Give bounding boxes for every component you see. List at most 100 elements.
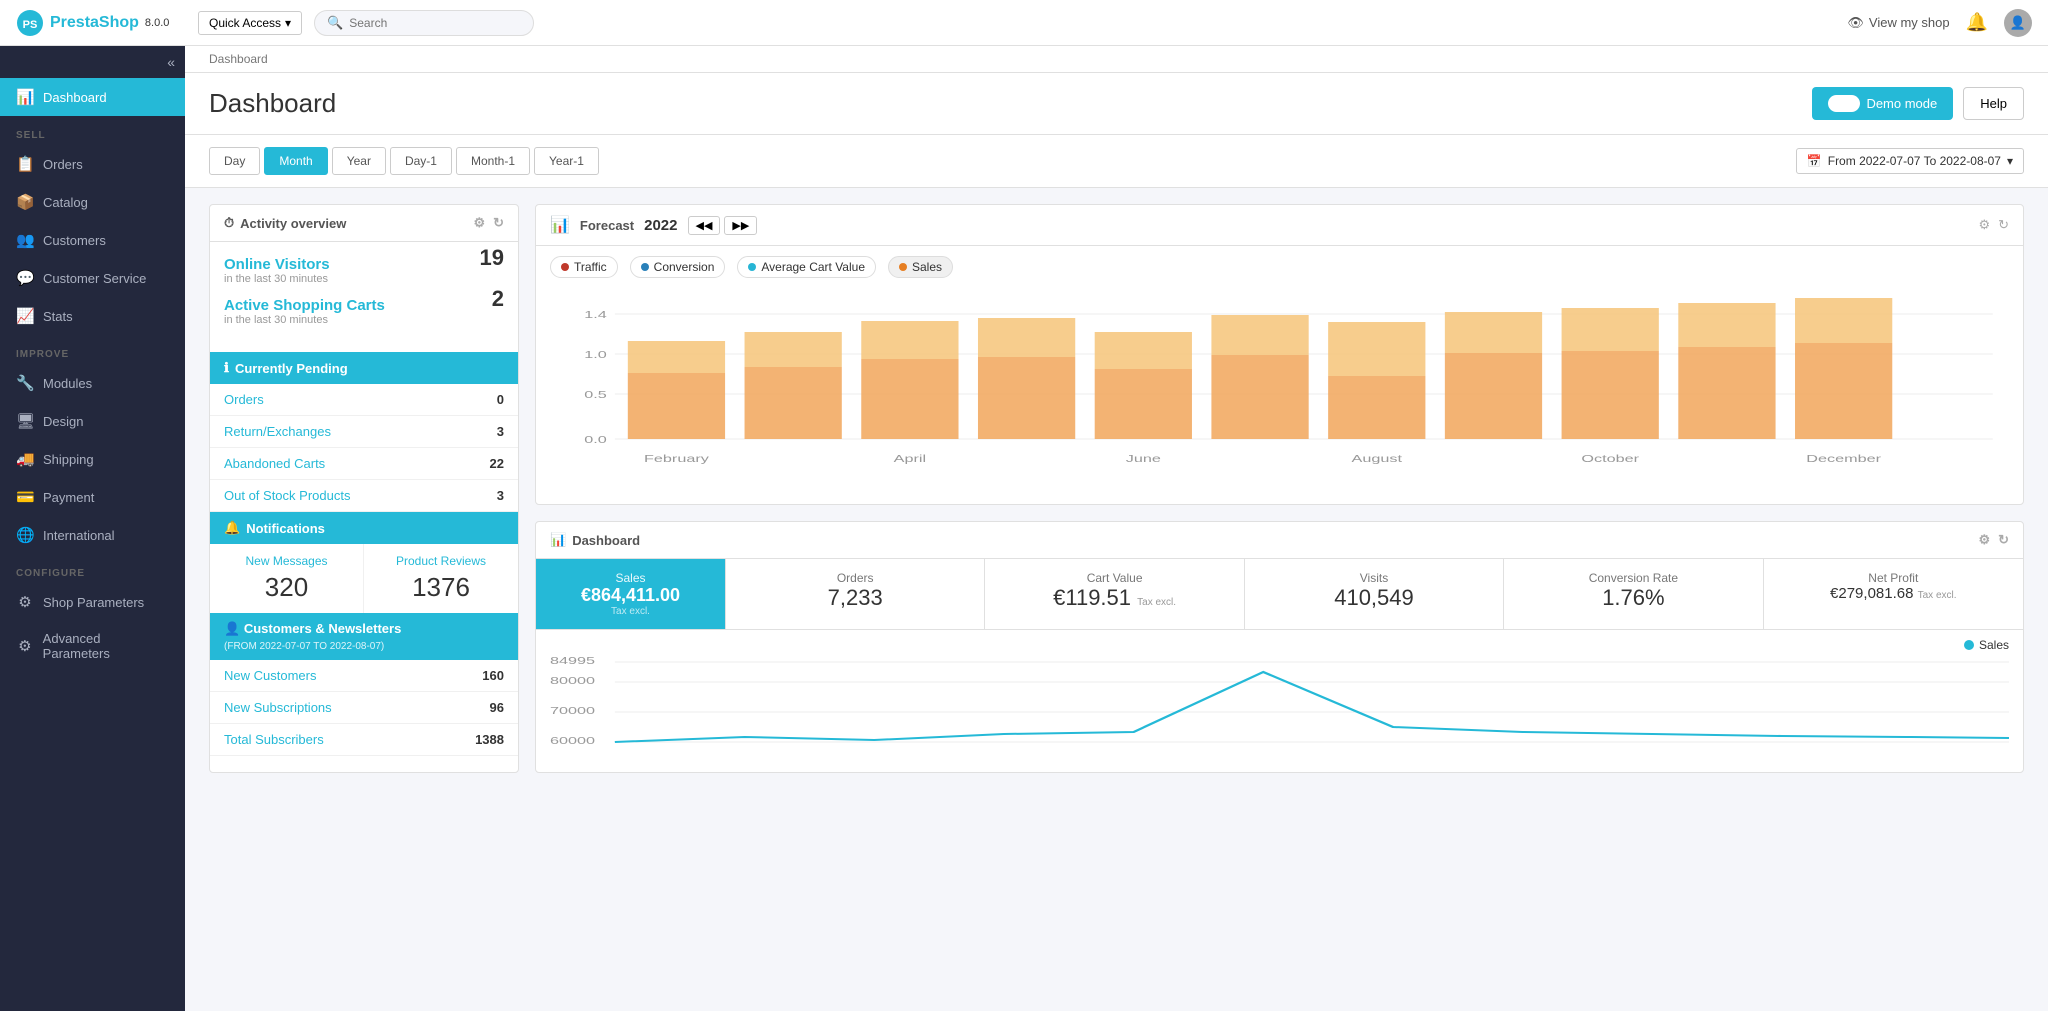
- sidebar-item-design[interactable]: 🖥 Design: [0, 402, 185, 440]
- new-subscriptions-link[interactable]: New Subscriptions: [224, 700, 332, 715]
- online-visitors-metric: Online Visitors 19 in the last 30 minute…: [224, 256, 504, 285]
- sidebar-item-modules[interactable]: 🔧 Modules: [0, 364, 185, 402]
- demo-mode-button[interactable]: Demo mode: [1812, 87, 1953, 120]
- sidebar-item-shipping[interactable]: 🚚 Shipping: [0, 440, 185, 478]
- quick-access-button[interactable]: Quick Access ▾: [198, 11, 302, 35]
- sales-cell: Sales €864,411.00 Tax excl.: [536, 559, 726, 629]
- dashboard-settings-icon[interactable]: ⚙: [1978, 532, 1990, 548]
- forecast-year: 2022: [644, 217, 677, 234]
- sidebar-item-stats[interactable]: 📈 Stats: [0, 297, 185, 335]
- pending-header: ℹ Currently Pending: [210, 352, 518, 384]
- net-profit-label: Net Profit: [1778, 571, 2009, 585]
- dashboard-stats-actions: ⚙ ↻: [1978, 532, 2009, 548]
- new-messages-label: New Messages: [224, 554, 349, 568]
- cart-value-cell: Cart Value €119.51 Tax excl.: [985, 559, 1244, 629]
- pending-title: Currently Pending: [235, 361, 348, 376]
- pending-carts-link[interactable]: Abandoned Carts: [224, 456, 325, 471]
- sidebar-design-label: Design: [43, 414, 83, 429]
- customers-newsletters-header: 👤 Customers & Newsletters (FROM 2022-07-…: [210, 613, 518, 660]
- shop-params-icon: ⚙: [16, 593, 34, 611]
- view-shop-label: View my shop: [1869, 15, 1950, 30]
- sidebar-item-international[interactable]: 🌐 International: [0, 516, 185, 554]
- line-chart-svg: 84995 80000 70000 60000: [550, 652, 2009, 772]
- settings-icon[interactable]: ⚙: [473, 215, 485, 231]
- svg-text:June: June: [1126, 453, 1161, 464]
- activity-metrics: Online Visitors 19 in the last 30 minute…: [210, 242, 518, 352]
- new-customers-link[interactable]: New Customers: [224, 668, 316, 683]
- new-subscriptions-count: 96: [490, 700, 504, 715]
- person-icon: 👤: [224, 621, 240, 636]
- sales-value: €864,411.00: [581, 585, 680, 606]
- pending-returns-link[interactable]: Return/Exchanges: [224, 424, 331, 439]
- sidebar-item-orders[interactable]: 📋 Orders: [0, 145, 185, 183]
- date-tab-day-1[interactable]: Day-1: [390, 147, 452, 175]
- pending-orders-link[interactable]: Orders: [224, 392, 264, 407]
- cart-value: €119.51 Tax excl.: [999, 585, 1229, 611]
- notifications-icon[interactable]: 🔔: [1966, 12, 1988, 33]
- dashboard-refresh-icon[interactable]: ↻: [1998, 532, 2009, 548]
- view-shop-button[interactable]: 👁 View my shop: [1847, 15, 1949, 31]
- online-visitors-sub: in the last 30 minutes: [224, 273, 504, 285]
- sidebar-collapse-button[interactable]: «: [167, 54, 175, 70]
- search-input[interactable]: [349, 16, 521, 30]
- sidebar-item-shop-parameters[interactable]: ⚙ Shop Parameters: [0, 583, 185, 621]
- orders-label: Orders: [740, 571, 970, 585]
- breadcrumb: Dashboard: [185, 46, 2048, 73]
- forecast-prev-button[interactable]: ◀◀: [688, 216, 721, 235]
- sidebar-item-payment[interactable]: 💳 Payment: [0, 478, 185, 516]
- svg-text:60000: 60000: [550, 735, 595, 746]
- new-subscriptions-row: New Subscriptions 96: [210, 692, 518, 724]
- svg-text:1.0: 1.0: [584, 349, 607, 360]
- sidebar-section-sell: SELL: [0, 116, 185, 145]
- sidebar-item-customers[interactable]: 👥 Customers: [0, 221, 185, 259]
- payment-icon: 💳: [16, 488, 34, 506]
- pending-stock-row: Out of Stock Products 3: [210, 480, 518, 512]
- date-tab-month[interactable]: Month: [264, 147, 327, 175]
- quick-access-label: Quick Access: [209, 16, 281, 30]
- date-tab-year-1[interactable]: Year-1: [534, 147, 599, 175]
- avg-cart-label: Average Cart Value: [761, 260, 865, 274]
- date-tab-year[interactable]: Year: [332, 147, 386, 175]
- total-subscribers-link[interactable]: Total Subscribers: [224, 732, 324, 747]
- bell-icon: 🔔: [224, 520, 240, 536]
- sales-legend-label: Sales: [912, 260, 942, 274]
- sidebar-item-advanced-parameters[interactable]: ⚙ Advanced Parameters: [0, 621, 185, 671]
- pending-stock-link[interactable]: Out of Stock Products: [224, 488, 350, 503]
- product-reviews-label: Product Reviews: [378, 554, 504, 568]
- date-tab-month-1[interactable]: Month-1: [456, 147, 530, 175]
- conversion-value: 1.76%: [1518, 585, 1748, 611]
- demo-toggle: [1828, 95, 1860, 112]
- sidebar-item-catalog[interactable]: 📦 Catalog: [0, 183, 185, 221]
- svg-text:October: October: [1581, 453, 1639, 464]
- active-carts-metric: Active Shopping Carts 2 in the last 30 m…: [224, 297, 504, 326]
- demo-mode-label: Demo mode: [1866, 96, 1937, 111]
- help-button[interactable]: Help: [1963, 87, 2024, 120]
- dashboard-stats-title: 📊 Dashboard: [550, 532, 640, 548]
- legend-avg-cart[interactable]: Average Cart Value: [737, 256, 876, 278]
- info-icon: ℹ: [224, 360, 229, 376]
- sidebar-item-dashboard[interactable]: 📊 Dashboard: [0, 78, 185, 116]
- user-avatar[interactable]: 👤: [2004, 9, 2032, 37]
- forecast-next-button[interactable]: ▶▶: [724, 216, 757, 235]
- forecast-settings-icon[interactable]: ⚙: [1978, 217, 1990, 233]
- conversion-label: Conversion: [654, 260, 715, 274]
- refresh-icon[interactable]: ↻: [493, 215, 504, 231]
- sidebar-customer-service-label: Customer Service: [43, 271, 146, 286]
- content-area: Dashboard Dashboard Demo mode Help Day M…: [185, 46, 2048, 1011]
- legend-sales[interactable]: Sales: [888, 256, 953, 278]
- forecast-chart-area: 1.4 1.0 0.5 0.0: [536, 284, 2023, 504]
- version-label: 8.0.0: [145, 17, 169, 29]
- forecast-refresh-icon[interactable]: ↻: [1998, 217, 2009, 233]
- online-visitors-value: 19: [480, 245, 504, 271]
- traffic-label: Traffic: [574, 260, 607, 274]
- sidebar-item-customer-service[interactable]: 💬 Customer Service: [0, 259, 185, 297]
- date-range-picker[interactable]: 📅 From 2022-07-07 To 2022-08-07 ▾: [1796, 148, 2024, 174]
- date-tab-day[interactable]: Day: [209, 147, 260, 175]
- brand-name: PrestaShop: [50, 14, 139, 32]
- legend-traffic[interactable]: Traffic: [550, 256, 618, 278]
- legend-conversion[interactable]: Conversion: [630, 256, 726, 278]
- net-profit-cell: Net Profit €279,081.68 Tax excl.: [1764, 559, 2023, 629]
- cart-tax-label: Tax excl.: [1137, 597, 1176, 608]
- sales-chart-legend-label: Sales: [1979, 638, 2009, 652]
- svg-text:80000: 80000: [550, 675, 595, 686]
